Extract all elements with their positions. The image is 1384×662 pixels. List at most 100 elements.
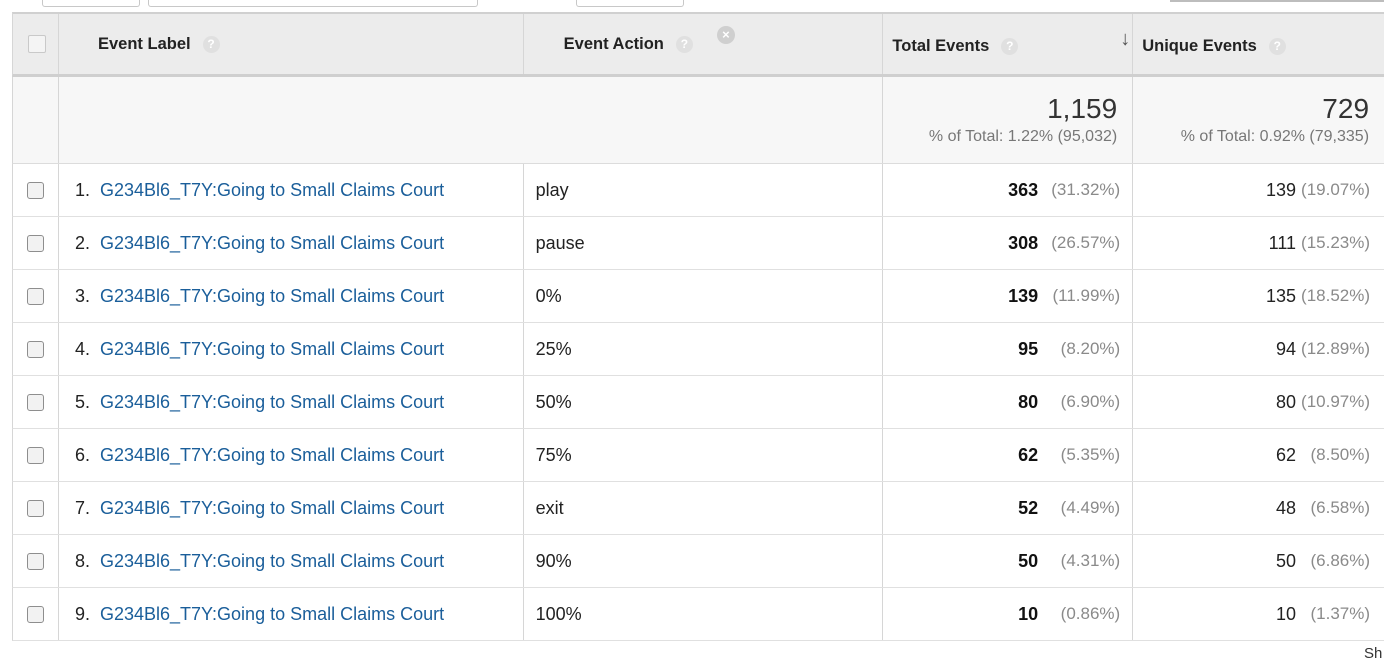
row-checkbox[interactable] [27, 605, 44, 623]
summary-unique-percent: % of Total: 0.92% (79,335) [1180, 128, 1370, 145]
help-icon[interactable]: ? [1001, 37, 1019, 55]
toolbar-search-input[interactable] [148, 0, 478, 7]
table-row: 8. G234Bl6_T7Y:Going to Small Claims Cou… [12, 535, 1384, 588]
sort-descending-icon[interactable]: ↓ [1120, 28, 1130, 51]
event-label-link[interactable]: G234Bl6_T7Y:Going to Small Claims Court [100, 604, 444, 625]
event-label-link[interactable]: G234Bl6_T7Y:Going to Small Claims Court [100, 445, 444, 466]
event-action-cell: 25% [524, 323, 884, 375]
toolbar-button[interactable] [42, 0, 140, 7]
event-label-cell: 1. G234Bl6_T7Y:Going to Small Claims Cou… [59, 164, 524, 216]
event-action-header-text: Event Action [563, 34, 664, 53]
row-number: 7. [74, 497, 90, 518]
total-events-value: 10 [1018, 603, 1039, 624]
unique-events-percent: (15.23%) [1301, 233, 1371, 252]
event-label-cell: 5. G234Bl6_T7Y:Going to Small Claims Cou… [59, 376, 524, 428]
unique-events-percent: (6.58%) [1310, 498, 1371, 517]
total-events-percent: (6.90%) [1060, 392, 1121, 411]
total-events-header-text: Total Events [892, 36, 990, 55]
event-label-header-text: Event Label [97, 34, 191, 53]
select-all-checkbox[interactable] [28, 35, 46, 53]
row-checkbox[interactable] [27, 446, 44, 464]
row-checkbox[interactable] [27, 234, 44, 252]
row-checkbox[interactable] [27, 552, 44, 570]
footer-partial-text: Sh [1364, 645, 1383, 662]
event-label-cell: 6. G234Bl6_T7Y:Going to Small Claims Cou… [59, 429, 524, 481]
toolbar-advanced-button[interactable] [576, 0, 684, 7]
event-label-cell: 7. G234Bl6_T7Y:Going to Small Claims Cou… [59, 482, 524, 534]
unique-events-cell: 50 (6.86%) [1133, 535, 1384, 587]
row-number: 8. [74, 550, 90, 571]
event-label-link[interactable]: G234Bl6_T7Y:Going to Small Claims Court [100, 233, 444, 254]
table-row: 4. G234Bl6_T7Y:Going to Small Claims Cou… [12, 323, 1384, 376]
total-events-percent: (26.57%) [1051, 233, 1121, 252]
total-events-cell: 139 (11.99%) [883, 270, 1134, 322]
event-label-link[interactable]: G234Bl6_T7Y:Going to Small Claims Court [100, 339, 444, 360]
event-label-link[interactable]: G234Bl6_T7Y:Going to Small Claims Court [100, 551, 444, 572]
table-row: 6. G234Bl6_T7Y:Going to Small Claims Cou… [12, 429, 1384, 482]
unique-events-value: 135 [1265, 285, 1297, 306]
event-label-link[interactable]: G234Bl6_T7Y:Going to Small Claims Court [100, 392, 444, 413]
total-events-cell: 10 (0.86%) [883, 588, 1134, 640]
row-checkbox[interactable] [27, 287, 44, 305]
total-events-percent: (4.31%) [1060, 551, 1121, 570]
row-checkbox[interactable] [27, 181, 44, 199]
total-events-cell: 62 (5.35%) [883, 429, 1134, 481]
total-events-percent: (0.86%) [1060, 604, 1121, 623]
unique-events-cell: 94 (12.89%) [1133, 323, 1384, 375]
unique-events-cell: 48 (6.58%) [1133, 482, 1384, 534]
total-events-value: 62 [1018, 444, 1039, 465]
total-events-cell: 80 (6.90%) [883, 376, 1134, 428]
unique-events-cell: 111 (15.23%) [1133, 217, 1384, 269]
remove-dimension-icon[interactable]: × [716, 26, 735, 44]
event-action-cell: 75% [524, 429, 884, 481]
row-check-cell [13, 535, 59, 587]
total-events-cell: 363 (31.32%) [883, 164, 1134, 216]
row-check-cell [13, 482, 59, 534]
row-checkbox[interactable] [27, 393, 44, 411]
total-events-value: 52 [1018, 497, 1039, 518]
summary-total-percent: % of Total: 1.22% (95,032) [928, 128, 1118, 145]
unique-events-value: 111 [1268, 232, 1297, 253]
total-events-percent: (31.32%) [1051, 180, 1121, 199]
events-table: Event Label ? Event Action ? × Total Eve… [12, 12, 1384, 641]
help-icon[interactable]: ? [675, 35, 693, 53]
table-row: 9. G234Bl6_T7Y:Going to Small Claims Cou… [12, 588, 1384, 641]
unique-events-cell: 135 (18.52%) [1133, 270, 1384, 322]
total-events-percent: (4.49%) [1060, 498, 1121, 517]
unique-events-cell: 80 (10.97%) [1133, 376, 1384, 428]
total-events-value: 363 [1008, 179, 1039, 200]
unique-events-percent: (12.89%) [1301, 339, 1371, 358]
row-checkbox[interactable] [27, 340, 44, 358]
total-events-percent: (11.99%) [1052, 286, 1121, 305]
unique-events-cell: 62 (8.50%) [1133, 429, 1384, 481]
help-icon[interactable]: ? [1268, 37, 1286, 55]
event-label-link[interactable]: G234Bl6_T7Y:Going to Small Claims Court [100, 286, 444, 307]
event-action-value: exit [535, 497, 564, 518]
unique-events-value: 62 [1275, 444, 1297, 465]
unique-events-value: 50 [1275, 550, 1297, 571]
column-header-event-action[interactable]: Event Action ? × [524, 14, 884, 74]
event-label-link[interactable]: G234Bl6_T7Y:Going to Small Claims Court [100, 498, 444, 519]
unique-events-cell: 139 (19.07%) [1133, 164, 1384, 216]
row-check-cell [13, 323, 59, 375]
event-label-cell: 8. G234Bl6_T7Y:Going to Small Claims Cou… [59, 535, 524, 587]
help-icon[interactable]: ? [202, 35, 220, 53]
total-events-percent: (8.20%) [1060, 339, 1121, 358]
row-check-cell [13, 270, 59, 322]
total-events-value: 50 [1018, 550, 1039, 571]
select-all-cell [13, 14, 59, 74]
table-row: 2. G234Bl6_T7Y:Going to Small Claims Cou… [12, 217, 1384, 270]
event-action-value: 0% [535, 285, 562, 306]
column-header-total-events[interactable]: Total Events ? ↓ [883, 14, 1134, 74]
column-header-unique-events[interactable]: Unique Events ? [1133, 14, 1384, 74]
unique-events-value: 48 [1275, 497, 1297, 518]
unique-events-percent: (8.50%) [1310, 445, 1371, 464]
row-check-cell [13, 429, 59, 481]
event-label-link[interactable]: G234Bl6_T7Y:Going to Small Claims Court [100, 180, 444, 201]
summary-unique-value: 729 [1322, 93, 1370, 124]
column-header-event-label[interactable]: Event Label ? [59, 14, 524, 74]
row-checkbox[interactable] [27, 499, 44, 517]
row-number: 5. [74, 391, 90, 412]
event-action-value: pause [535, 232, 585, 253]
toolbar-strip [0, 0, 1384, 12]
